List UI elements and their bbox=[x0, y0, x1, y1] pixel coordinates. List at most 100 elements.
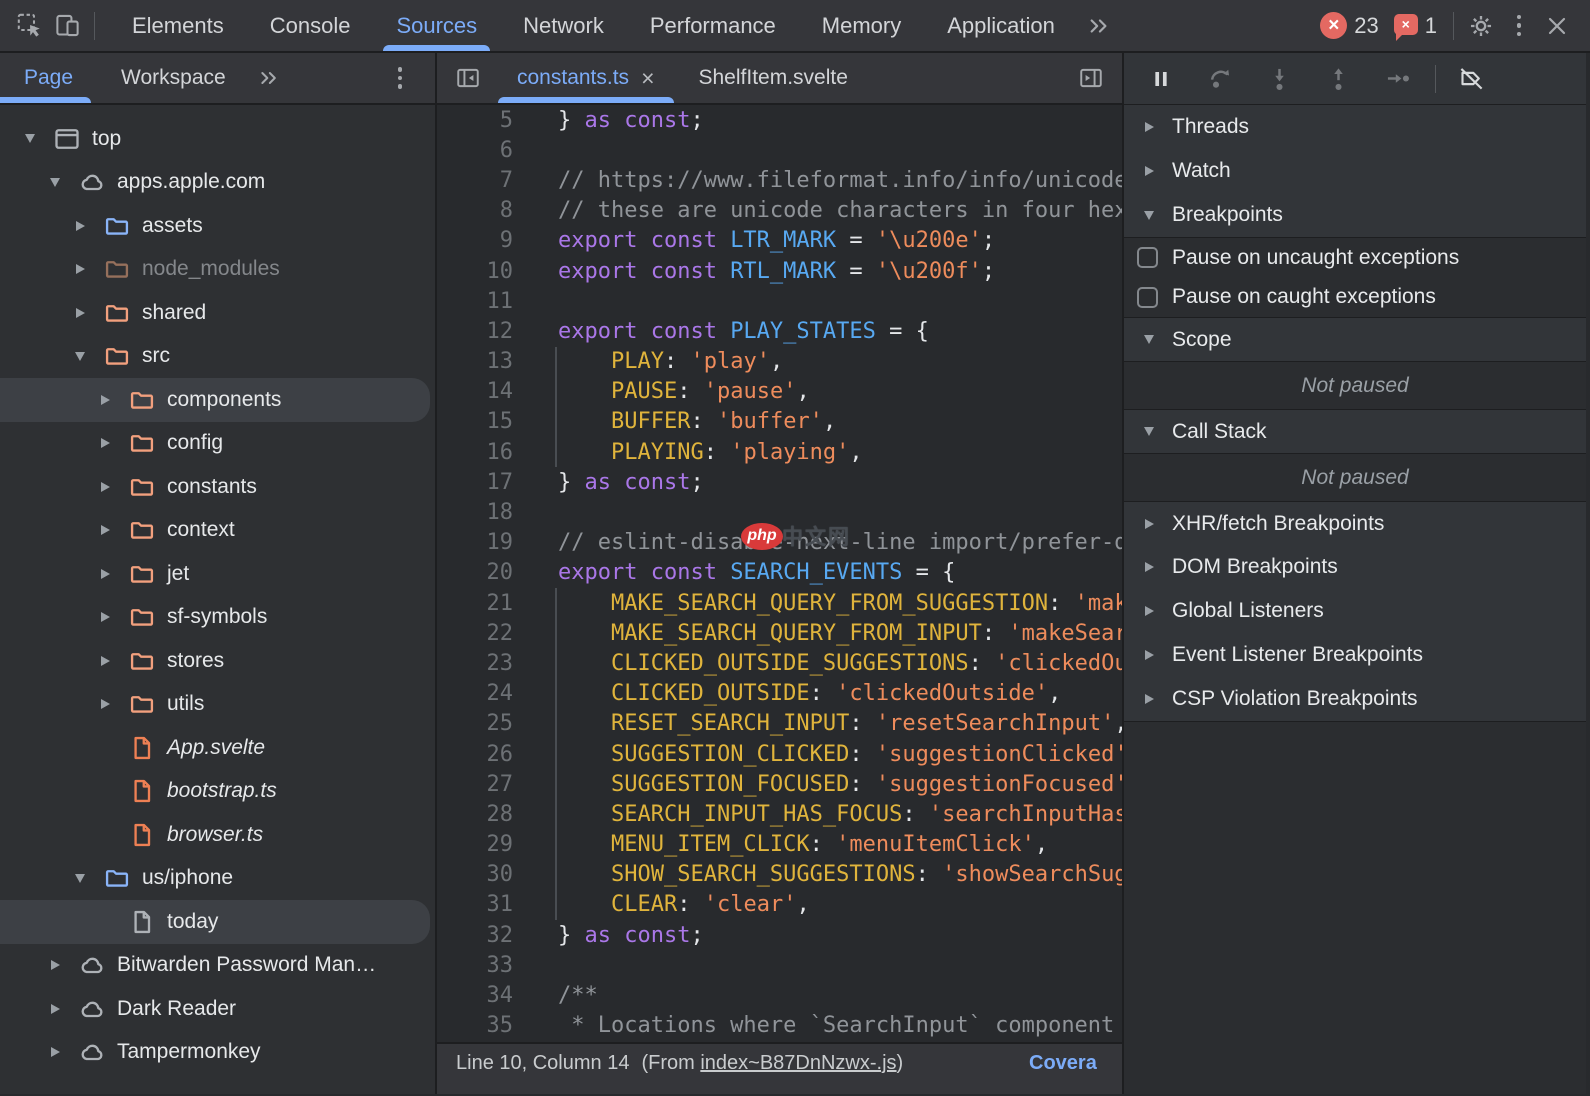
chevron-down-icon[interactable] bbox=[1139, 335, 1159, 344]
tree-item-src[interactable]: src bbox=[0, 335, 435, 379]
section-watch[interactable]: Watch bbox=[1124, 149, 1586, 193]
section-global-listeners[interactable]: Global Listeners bbox=[1124, 589, 1586, 633]
section-csp-violation-breakpoints[interactable]: CSP Violation Breakpoints bbox=[1124, 677, 1586, 721]
code-line-text[interactable]: } as const; bbox=[513, 920, 1122, 950]
section-threads[interactable]: Threads bbox=[1124, 105, 1586, 149]
deactivate-breakpoints-icon[interactable] bbox=[1456, 64, 1486, 94]
code-line-text[interactable] bbox=[513, 135, 1122, 165]
tab-sources[interactable]: Sources bbox=[373, 0, 500, 51]
inspect-element-icon[interactable] bbox=[10, 7, 48, 45]
error-count-icon[interactable]: × bbox=[1320, 12, 1347, 39]
tree-item-stores[interactable]: stores bbox=[0, 639, 435, 683]
line-number[interactable]: 18 bbox=[437, 500, 513, 525]
code-line-text[interactable]: // these are unicode characters in four … bbox=[513, 196, 1122, 226]
tree-item-node-modules[interactable]: node_modules bbox=[0, 248, 435, 292]
tree-item-sf-symbols[interactable]: sf-symbols bbox=[0, 596, 435, 640]
issue-count[interactable]: 1 bbox=[1425, 13, 1437, 39]
tree-expand-arrow[interactable] bbox=[45, 178, 65, 187]
navigator-kebab-icon[interactable] bbox=[381, 59, 419, 97]
line-number[interactable]: 25 bbox=[437, 711, 513, 736]
tree-expand-arrow[interactable] bbox=[70, 874, 90, 883]
tree-expand-arrow[interactable] bbox=[95, 525, 115, 535]
code-line-text[interactable] bbox=[513, 950, 1122, 980]
line-number[interactable]: 21 bbox=[437, 591, 513, 616]
tree-expand-arrow[interactable] bbox=[45, 1004, 65, 1014]
line-number[interactable]: 33 bbox=[437, 953, 513, 978]
code-line-text[interactable]: MAKE_SEARCH_QUERY_FROM_INPUT: 'makeSear bbox=[513, 618, 1122, 648]
line-number[interactable]: 34 bbox=[437, 983, 513, 1008]
close-tab-icon[interactable]: × bbox=[641, 67, 654, 90]
tree-expand-arrow[interactable] bbox=[45, 1047, 65, 1057]
tree-expand-arrow[interactable] bbox=[95, 569, 115, 579]
line-number[interactable]: 27 bbox=[437, 772, 513, 797]
tree-item-app-svelte[interactable]: App.svelte bbox=[0, 726, 435, 770]
line-number[interactable]: 19 bbox=[437, 530, 513, 555]
pause-script-icon[interactable] bbox=[1146, 64, 1176, 94]
more-options-kebab-icon[interactable] bbox=[1500, 7, 1538, 45]
line-number[interactable]: 6 bbox=[437, 138, 513, 163]
tree-item-shared[interactable]: shared bbox=[0, 291, 435, 335]
code-line-text[interactable]: SEARCH_INPUT_HAS_FOCUS: 'searchInputHas bbox=[513, 799, 1122, 829]
code-line-text[interactable]: MAKE_SEARCH_QUERY_FROM_SUGGESTION: 'mak bbox=[513, 588, 1122, 618]
chevron-down-icon[interactable] bbox=[1139, 211, 1159, 220]
more-panels-icon[interactable] bbox=[1080, 7, 1118, 45]
code-editor[interactable]: php 中文网 5} as const;67// https://www.fil… bbox=[437, 105, 1122, 1042]
tree-expand-arrow[interactable] bbox=[95, 438, 115, 448]
editor-tab-constants-ts[interactable]: constants.ts× bbox=[495, 53, 677, 103]
code-line-text[interactable]: PLAY: 'play', bbox=[513, 347, 1122, 377]
line-number[interactable]: 29 bbox=[437, 832, 513, 857]
chevron-right-icon[interactable] bbox=[1139, 166, 1159, 176]
tree-item-constants[interactable]: constants bbox=[0, 465, 435, 509]
code-line-text[interactable]: SUGGESTION_CLICKED: 'suggestionClicked' bbox=[513, 739, 1122, 769]
section-event-listener-breakpoints[interactable]: Event Listener Breakpoints bbox=[1124, 633, 1586, 677]
hide-navigator-icon[interactable] bbox=[449, 59, 487, 97]
more-navigator-tabs-icon[interactable] bbox=[252, 59, 286, 97]
code-line-text[interactable]: PAUSE: 'pause', bbox=[513, 377, 1122, 407]
code-line-text[interactable]: export const PLAY_STATES = { bbox=[513, 316, 1122, 346]
tab-console[interactable]: Console bbox=[247, 0, 374, 51]
code-line-text[interactable]: SUGGESTION_FOCUSED: 'suggestionFocused' bbox=[513, 769, 1122, 799]
chevron-right-icon[interactable] bbox=[1139, 694, 1159, 704]
tree-expand-arrow[interactable] bbox=[70, 308, 90, 318]
line-number[interactable]: 14 bbox=[437, 379, 513, 404]
code-line-text[interactable]: MENU_ITEM_CLICK: 'menuItemClick', bbox=[513, 830, 1122, 860]
chevron-down-icon[interactable] bbox=[1139, 427, 1159, 436]
navigator-tab-page[interactable]: Page bbox=[0, 53, 97, 103]
chevron-right-icon[interactable] bbox=[1139, 606, 1159, 616]
close-devtools-icon[interactable] bbox=[1538, 7, 1576, 45]
line-number[interactable]: 28 bbox=[437, 802, 513, 827]
line-number[interactable]: 30 bbox=[437, 862, 513, 887]
line-number[interactable]: 24 bbox=[437, 681, 513, 706]
tree-item-components[interactable]: components bbox=[0, 378, 435, 422]
chevron-right-icon[interactable] bbox=[1139, 519, 1159, 529]
tree-item-today[interactable]: today bbox=[0, 900, 435, 944]
tree-item-tampermonkey[interactable]: Tampermonkey bbox=[0, 1031, 435, 1075]
tab-application[interactable]: Application bbox=[924, 0, 1078, 51]
tab-performance[interactable]: Performance bbox=[627, 0, 799, 51]
line-number[interactable]: 12 bbox=[437, 319, 513, 344]
tree-item-context[interactable]: context bbox=[0, 509, 435, 553]
line-number[interactable]: 16 bbox=[437, 440, 513, 465]
chevron-right-icon[interactable] bbox=[1139, 650, 1159, 660]
code-line-text[interactable]: BUFFER: 'buffer', bbox=[513, 407, 1122, 437]
tree-item-dark-reader[interactable]: Dark Reader bbox=[0, 987, 435, 1031]
tree-expand-arrow[interactable] bbox=[45, 960, 65, 970]
line-number[interactable]: 35 bbox=[437, 1013, 513, 1038]
line-number[interactable]: 32 bbox=[437, 923, 513, 948]
tree-expand-arrow[interactable] bbox=[70, 221, 90, 231]
code-line-text[interactable]: RESET_SEARCH_INPUT: 'resetSearchInput', bbox=[513, 709, 1122, 739]
code-line-text[interactable]: * Locations where `SearchInput` componen… bbox=[513, 1011, 1122, 1041]
tree-expand-arrow[interactable] bbox=[70, 352, 90, 361]
line-number[interactable]: 20 bbox=[437, 560, 513, 585]
line-number[interactable]: 5 bbox=[437, 108, 513, 133]
line-number[interactable]: 15 bbox=[437, 409, 513, 434]
section-scope[interactable]: Scope bbox=[1124, 317, 1586, 361]
tree-item-top[interactable]: top bbox=[0, 117, 435, 161]
section-breakpoints[interactable]: Breakpoints bbox=[1124, 193, 1586, 237]
line-number[interactable]: 22 bbox=[437, 621, 513, 646]
line-number[interactable]: 9 bbox=[437, 228, 513, 253]
tab-memory[interactable]: Memory bbox=[799, 0, 924, 51]
tree-expand-arrow[interactable] bbox=[20, 134, 40, 143]
code-line-text[interactable]: } as const; bbox=[513, 105, 1122, 135]
code-line-text[interactable] bbox=[513, 286, 1122, 316]
